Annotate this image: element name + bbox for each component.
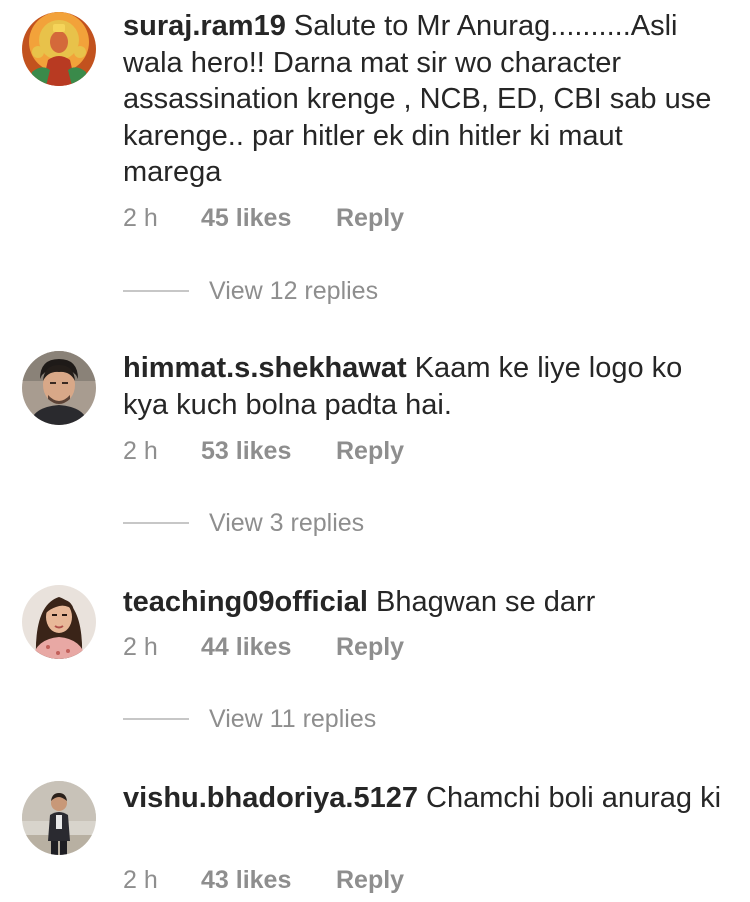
reply-button[interactable]: Reply bbox=[336, 633, 404, 662]
comment-username[interactable]: himmat.s.shekhawat bbox=[123, 352, 407, 384]
view-replies-label: View 3 replies bbox=[209, 508, 365, 537]
comment-meta: 2 h 43 likes Reply bbox=[123, 866, 404, 895]
replies-divider-line bbox=[123, 290, 189, 292]
comment-likes[interactable]: 43 likes bbox=[201, 866, 336, 895]
comment-meta: 2 h 44 likes Reply bbox=[123, 633, 404, 662]
comment-body: teaching09official Bhagwan se darr bbox=[123, 584, 723, 621]
comment-time: 2 h bbox=[123, 633, 158, 661]
man-portrait-avatar-icon bbox=[22, 351, 96, 425]
replies-divider-line bbox=[123, 522, 189, 524]
comment-likes[interactable]: 53 likes bbox=[201, 437, 336, 466]
view-replies-label: View 12 replies bbox=[209, 276, 379, 305]
comment-likes[interactable]: 44 likes bbox=[201, 633, 336, 662]
comment-body: vishu.bhadoriya.5127 Chamchi boli anurag… bbox=[123, 780, 723, 817]
comment-body: suraj.ram19 Salute to Mr Anurag.........… bbox=[123, 8, 723, 191]
avatar[interactable] bbox=[22, 781, 96, 855]
avatar[interactable] bbox=[22, 12, 96, 86]
reply-button[interactable]: Reply bbox=[336, 437, 404, 466]
comment-username[interactable]: teaching09official bbox=[123, 586, 368, 618]
comment-text: Chamchi boli anurag ki bbox=[426, 782, 722, 814]
avatar[interactable] bbox=[22, 585, 96, 659]
comment-likes[interactable]: 45 likes bbox=[201, 204, 336, 233]
view-replies-label: View 11 replies bbox=[209, 704, 377, 733]
comment-time: 2 h bbox=[123, 204, 158, 232]
replies-divider-line bbox=[123, 718, 189, 720]
comment-time: 2 h bbox=[123, 866, 158, 894]
man-standing-avatar-icon bbox=[22, 781, 96, 855]
comment-username[interactable]: vishu.bhadoriya.5127 bbox=[123, 782, 418, 814]
comment-time: 2 h bbox=[123, 437, 158, 465]
comment-meta: 2 h 53 likes Reply bbox=[123, 437, 404, 466]
comment-text: Bhagwan se darr bbox=[376, 586, 596, 618]
view-replies-button[interactable]: View 3 replies bbox=[123, 508, 364, 538]
woman-portrait-avatar-icon bbox=[22, 585, 96, 659]
view-replies-button[interactable]: View 11 replies bbox=[123, 704, 376, 734]
comment-meta: 2 h 45 likes Reply bbox=[123, 204, 404, 233]
reply-button[interactable]: Reply bbox=[336, 866, 404, 895]
comment-username[interactable]: suraj.ram19 bbox=[123, 10, 286, 42]
view-replies-button[interactable]: View 12 replies bbox=[123, 276, 378, 306]
reply-button[interactable]: Reply bbox=[336, 204, 404, 233]
comment-body: himmat.s.shekhawat Kaam ke liye logo ko … bbox=[123, 350, 723, 423]
deity-illustration-avatar-icon bbox=[22, 12, 96, 86]
avatar[interactable] bbox=[22, 351, 96, 425]
